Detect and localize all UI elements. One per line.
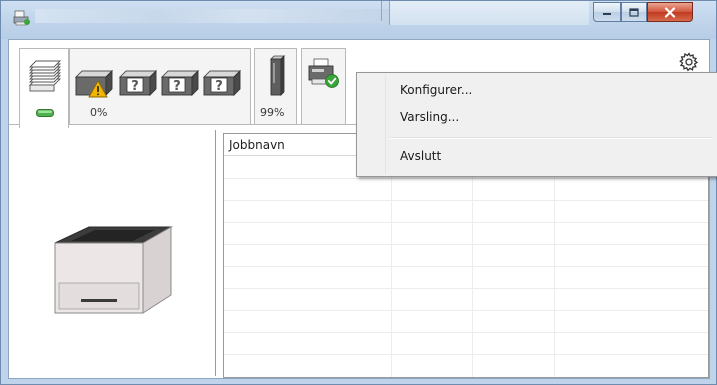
close-icon: [664, 6, 676, 18]
settings-button[interactable]: [679, 52, 699, 72]
table-row: [224, 244, 708, 245]
status-ok-indicator-icon: [36, 109, 54, 117]
maximize-icon: [629, 7, 639, 17]
grid-column-line: [472, 156, 473, 377]
svg-text:?: ?: [131, 79, 139, 94]
device-status-icon: [308, 58, 339, 88]
svg-text:?: ?: [173, 79, 181, 94]
context-menu: Konfigurer... Varsling... Avslutt: [356, 72, 717, 177]
waste-toner-icon: [270, 55, 285, 96]
menu-item-exit[interactable]: Avslutt: [361, 144, 713, 168]
minimize-button[interactable]: [593, 2, 621, 22]
minimize-icon: [603, 13, 611, 15]
table-row: [224, 266, 708, 267]
table-row: [224, 222, 708, 223]
menu-item-notification[interactable]: Varsling...: [361, 105, 713, 129]
printer-app-icon: [13, 10, 30, 26]
menu-separator: [390, 137, 712, 139]
maximize-button[interactable]: [621, 2, 647, 22]
table-row: [224, 288, 708, 289]
svg-text:?: ?: [215, 79, 223, 94]
gear-icon: [679, 52, 699, 72]
table-row: [224, 354, 708, 355]
printer-image: [54, 226, 173, 314]
toner-level-label: 0%: [90, 106, 108, 119]
table-row: [224, 332, 708, 333]
waste-toner-level-label: 99%: [260, 106, 285, 119]
background-window: [389, 1, 589, 25]
toner-icon: ? ? ?: [74, 69, 242, 98]
close-button[interactable]: [647, 2, 693, 22]
grid-column-line: [391, 156, 392, 377]
table-row: [224, 310, 708, 311]
table-row: [224, 200, 708, 201]
tab-printer-status[interactable]: [19, 48, 69, 128]
panel-splitter[interactable]: [215, 130, 216, 376]
grid-column-line: [554, 156, 555, 377]
printer-preview-panel: [9, 125, 219, 378]
tab-device-status[interactable]: [301, 48, 346, 125]
app-window: ? ? ? 0% 99% Jobbnavn Konfigurer... Vars…: [0, 0, 717, 385]
pages-icon: [28, 60, 62, 92]
tab-toner[interactable]: ? ? ? 0%: [69, 48, 251, 125]
menu-item-configure[interactable]: Konfigurer...: [361, 78, 713, 102]
window-title-blurred: [35, 9, 389, 23]
background-window-edge: [381, 1, 384, 21]
title-bar[interactable]: [1, 1, 716, 39]
tab-waste-toner[interactable]: 99%: [254, 48, 297, 125]
table-row: [224, 178, 708, 179]
